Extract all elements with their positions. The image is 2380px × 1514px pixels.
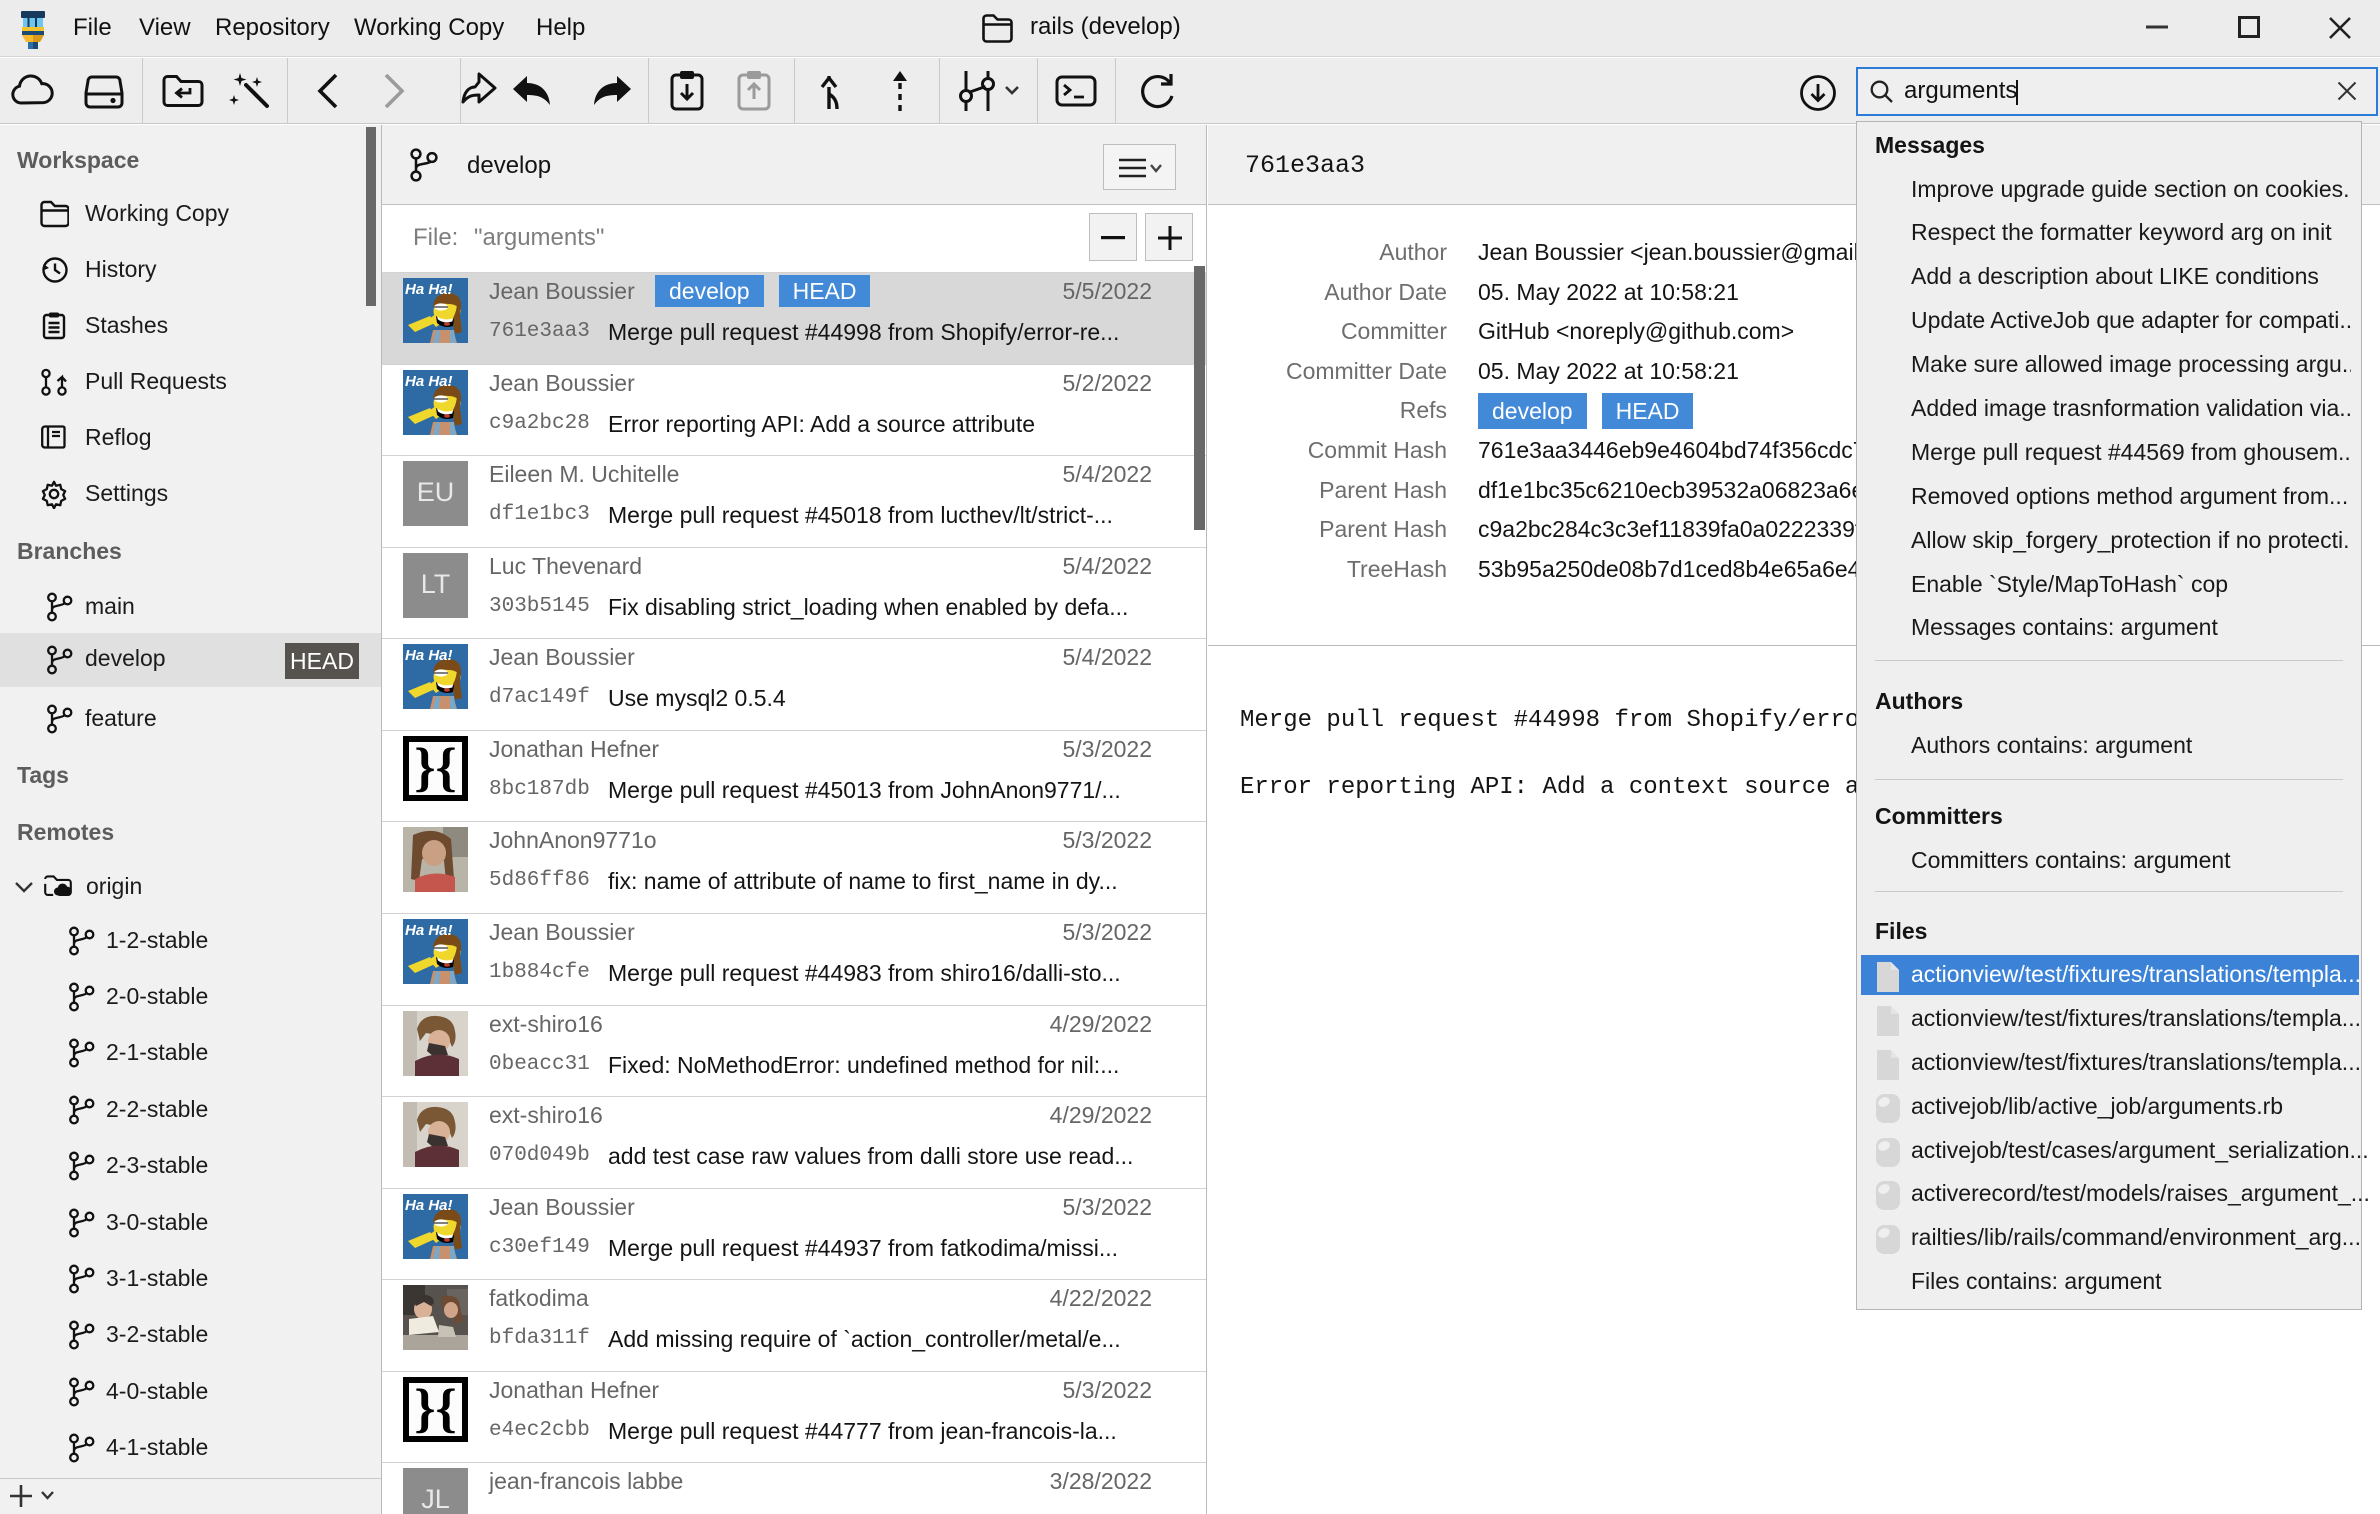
svg-text:Ha Ha!: Ha Ha! [405, 1197, 453, 1214]
svg-text:Ha Ha!: Ha Ha! [405, 373, 453, 390]
svg-text:Ha Ha!: Ha Ha! [405, 922, 453, 939]
svg-text:Ha Ha!: Ha Ha! [405, 647, 453, 664]
svg-text:Ha Ha!: Ha Ha! [405, 281, 453, 298]
